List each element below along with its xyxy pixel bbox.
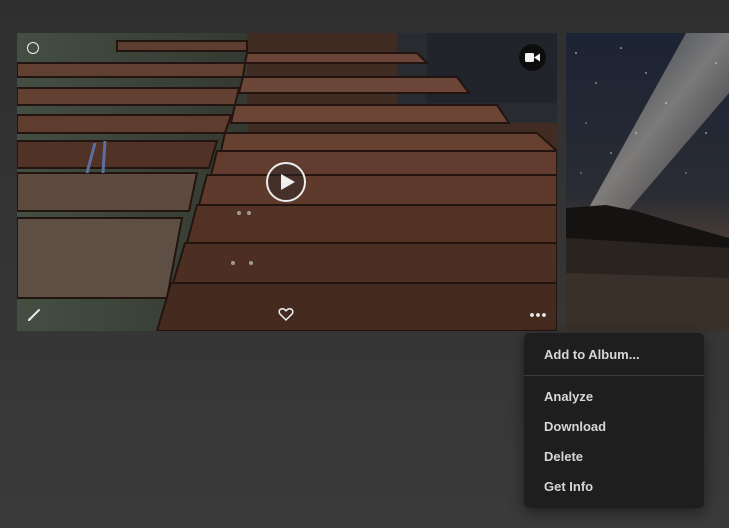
menu-item-add-to-album[interactable]: Add to Album... [544, 347, 640, 362]
heart-icon[interactable] [278, 306, 294, 322]
menu-item-download[interactable]: Download [544, 419, 606, 434]
play-button[interactable] [266, 162, 306, 202]
select-circle[interactable] [27, 42, 39, 54]
more-icon[interactable] [529, 307, 547, 323]
video-card[interactable] [17, 33, 557, 331]
menu-item-analyze[interactable]: Analyze [544, 389, 593, 404]
menu-item-delete[interactable]: Delete [544, 449, 583, 464]
night-sky-thumbnail[interactable] [566, 33, 729, 331]
play-icon [280, 174, 295, 190]
pencil-icon[interactable] [26, 307, 42, 323]
context-menu: Add to Album... Analyze Download Delete … [524, 333, 704, 508]
menu-separator [524, 375, 704, 376]
menu-item-get-info[interactable]: Get Info [544, 479, 593, 494]
photo-grid: Add to Album... Analyze Download Delete … [0, 0, 729, 528]
video-camera-icon [519, 44, 546, 71]
